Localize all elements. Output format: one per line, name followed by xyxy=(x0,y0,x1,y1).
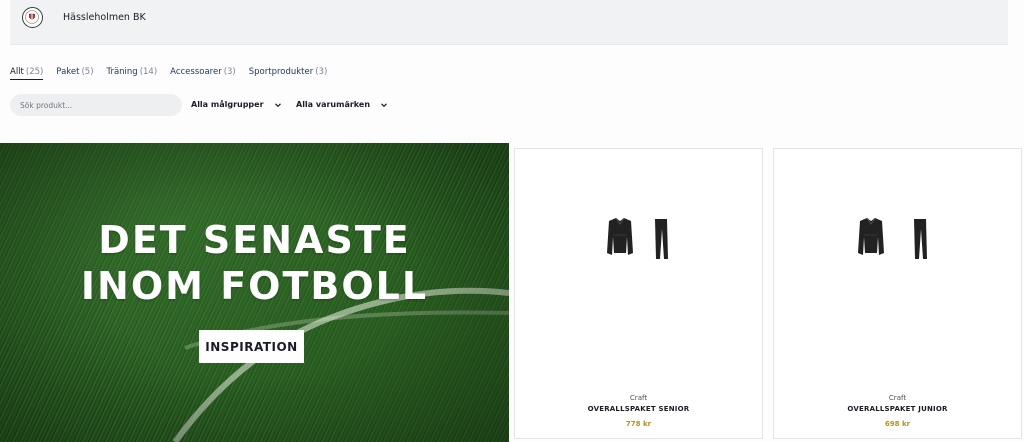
tab-sportprodukter[interactable]: Sportprodukter (3) xyxy=(249,66,328,80)
product-image[interactable] xyxy=(515,149,762,379)
site-header: Hässleholmen BK xyxy=(10,0,1008,45)
category-tabs: Allt (25) Paket (5) Träning (14) Accessoare… xyxy=(10,66,340,80)
tab-label: Allt xyxy=(10,67,24,77)
hero-title-line2: INOM FOTBOLL xyxy=(80,264,429,308)
product-image[interactable] xyxy=(774,149,1021,379)
brand-dropdown[interactable]: Alla varumärken xyxy=(296,100,388,109)
hero-title-line1: DET SENASTE xyxy=(98,218,411,262)
tab-count: (14) xyxy=(139,67,158,77)
product-title[interactable]: OVERALLSPAKET JUNIOR xyxy=(774,405,1021,413)
chevron-down-icon xyxy=(274,101,282,109)
inspiration-button[interactable]: INSPIRATION xyxy=(199,330,304,363)
tab-paket[interactable]: Paket (5) xyxy=(56,66,93,80)
product-card[interactable]: Craft OVERALLSPAKET JUNIOR 698 kr xyxy=(773,148,1022,439)
tab-label: Träning xyxy=(106,67,138,77)
tab-allt[interactable]: Allt (25) xyxy=(10,66,44,80)
product-card[interactable]: Craft OVERALLSPAKET SENIOR 778 kr xyxy=(514,148,763,439)
tab-label: Sportprodukter xyxy=(248,67,314,77)
chevron-down-icon xyxy=(380,101,388,109)
tab-accessoarer[interactable]: Accessoarer (3) xyxy=(170,66,236,80)
tab-traning[interactable]: Träning (14) xyxy=(107,66,158,80)
brand-label: Alla varumärken xyxy=(296,100,371,109)
product-brand: Craft xyxy=(888,394,907,402)
tab-count: (5) xyxy=(81,67,94,77)
club-crest-icon[interactable] xyxy=(22,7,43,28)
tracksuit-image xyxy=(607,217,668,259)
tab-count: (3) xyxy=(315,67,328,77)
product-price: 778 kr xyxy=(625,420,652,428)
product-price: 698 kr xyxy=(884,420,911,428)
tab-label: Accessoarer xyxy=(170,67,222,77)
hero-banner[interactable]: DET SENASTE INOM FOTBOLL INSPIRATION xyxy=(0,143,509,442)
tab-count: (3) xyxy=(223,67,236,77)
tab-count: (25) xyxy=(25,67,44,77)
product-title[interactable]: OVERALLSPAKET SENIOR xyxy=(515,405,762,413)
search-input[interactable] xyxy=(10,94,182,116)
club-name[interactable]: Hässleholmen BK xyxy=(63,12,146,23)
target-group-label: Alla målgrupper xyxy=(191,100,264,109)
product-brand: Craft xyxy=(629,394,648,402)
target-group-dropdown[interactable]: Alla målgrupper xyxy=(191,100,282,109)
hero-title: DET SENASTE INOM FOTBOLL xyxy=(0,217,509,309)
tracksuit-image xyxy=(858,217,927,259)
tab-label: Paket xyxy=(56,67,80,77)
